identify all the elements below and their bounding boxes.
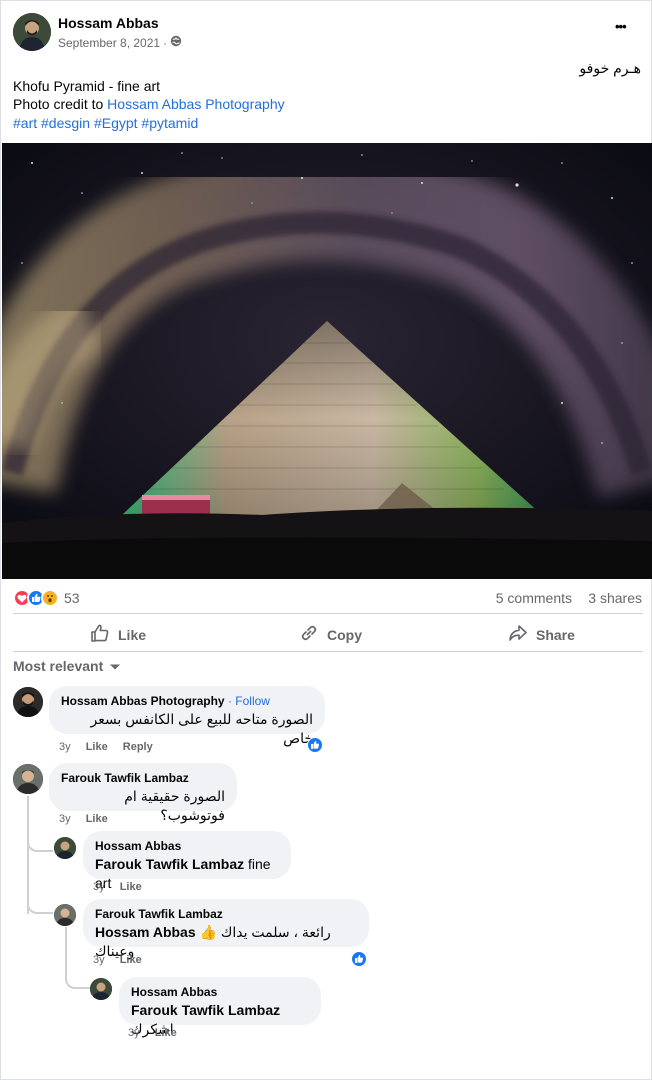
thumbs-up-emoji: 👍 <box>199 924 217 940</box>
comment-age[interactable]: 3y <box>59 813 71 825</box>
actions-divider <box>13 651 643 652</box>
credit-link[interactable]: Hossam Abbas Photography <box>107 96 284 112</box>
mention-link[interactable]: Farouk Tawfik Lambaz <box>131 1002 280 1018</box>
comment-actions: 3y Like <box>93 954 154 966</box>
thread-connector <box>27 899 53 914</box>
thumbs-up-icon <box>90 623 110 646</box>
shares-count[interactable]: 3 shares <box>588 590 642 606</box>
reply-bubble: Hossam Abbas Farouk Tawfik Lambaz اشكرك <box>119 977 321 1037</box>
comment-author: Hossam Abbas Photography · Follow <box>61 693 313 709</box>
commenter-avatar[interactable] <box>54 837 76 859</box>
comment-like-link[interactable]: Like <box>120 881 142 893</box>
comment-bubble: Hossam Abbas Photography · Follow الصورة… <box>49 686 325 746</box>
thread-connector <box>65 927 91 989</box>
commenter-avatar[interactable] <box>13 764 43 794</box>
comments-count[interactable]: 5 comments <box>496 590 572 606</box>
reaction-count[interactable]: 53 <box>64 590 80 606</box>
reply-bubble: Farouk Tawfik Lambaz Hossam Abbas 👍 رائع… <box>83 899 369 959</box>
comment-like-link[interactable]: Like <box>120 954 142 966</box>
comment-age[interactable]: 3y <box>93 954 105 966</box>
comment-actions: 3y Like <box>128 1027 189 1039</box>
comment-age[interactable]: 3y <box>128 1027 140 1039</box>
post-author-name[interactable]: Hossam Abbas <box>58 15 159 31</box>
comment-actions: 3y Like Reply <box>59 741 165 753</box>
comment-age[interactable]: 3y <box>59 741 71 753</box>
comment-actions: 3y Like <box>93 881 154 893</box>
comment-author-name[interactable]: Hossam Abbas <box>95 838 279 854</box>
credit-prefix: Photo credit to <box>13 96 108 112</box>
comment-author-name[interactable]: Hossam Abbas <box>131 984 309 1000</box>
author-avatar[interactable] <box>13 13 51 51</box>
post-card: Hossam Abbas September 8, 2021 · ••• هـر… <box>0 0 652 1080</box>
comment-like-badge[interactable] <box>307 737 323 753</box>
follow-link[interactable]: · Follow <box>228 694 270 708</box>
share-button[interactable]: Share <box>508 623 575 646</box>
share-button-label: Share <box>536 626 575 643</box>
more-icon[interactable]: ••• <box>615 19 627 34</box>
like-button-label: Like <box>118 626 147 643</box>
globe-icon[interactable] <box>170 35 182 50</box>
post-date[interactable]: September 8, 2021 <box>58 36 160 50</box>
comment-author-name[interactable]: Hossam Abbas Photography <box>61 694 225 708</box>
mention-link[interactable]: Farouk Tawfik Lambaz <box>95 856 244 872</box>
post-photo[interactable] <box>2 143 652 579</box>
mention-link[interactable]: Hossam Abbas <box>95 924 196 940</box>
comment-like-link[interactable]: Like <box>86 813 108 825</box>
comment-author-name[interactable]: Farouk Tawfik Lambaz <box>61 770 225 786</box>
comment-age[interactable]: 3y <box>93 881 105 893</box>
share-arrow-icon <box>508 623 528 646</box>
wow-reaction-icon <box>41 589 59 607</box>
commenter-avatar[interactable] <box>90 978 112 1000</box>
comment-like-link[interactable]: Like <box>86 741 108 753</box>
comment-actions: 3y Like <box>59 813 120 825</box>
like-button[interactable]: Like <box>90 623 146 646</box>
comment-like-link[interactable]: Like <box>155 1027 177 1039</box>
post-meta: September 8, 2021 · <box>58 35 182 50</box>
chevron-down-icon <box>109 658 121 674</box>
copy-link-icon <box>299 623 319 646</box>
post-line-1: Khofu Pyramid - fine art <box>13 78 161 94</box>
comment-reply-link[interactable]: Reply <box>123 741 153 753</box>
post-arabic-title: هـرم خوفو <box>579 60 641 76</box>
stats-divider <box>13 613 643 614</box>
comment-author-name[interactable]: Farouk Tawfik Lambaz <box>95 906 357 922</box>
reply-bubble: Hossam Abbas Farouk Tawfik Lambaz fine a… <box>83 831 291 891</box>
sort-comments-dropdown[interactable]: Most relevant <box>13 658 121 674</box>
copy-button-label: Copy <box>327 626 362 643</box>
comment-like-badge[interactable] <box>351 951 367 967</box>
comment-bubble: Farouk Tawfik Lambaz الصورة حقيقية ام فو… <box>49 763 237 823</box>
reaction-summary[interactable]: 53 <box>13 589 80 607</box>
commenter-avatar[interactable] <box>13 687 43 717</box>
post-hashtags[interactable]: #art #desgin #Egypt #pytamid <box>13 114 198 133</box>
commenter-avatar[interactable] <box>54 904 76 926</box>
copy-button[interactable]: Copy <box>299 623 362 646</box>
sort-label: Most relevant <box>13 658 104 674</box>
thread-connector <box>27 834 53 852</box>
date-separator: · <box>163 35 168 50</box>
post-credit-line: Photo credit to Hossam Abbas Photography <box>13 95 285 114</box>
